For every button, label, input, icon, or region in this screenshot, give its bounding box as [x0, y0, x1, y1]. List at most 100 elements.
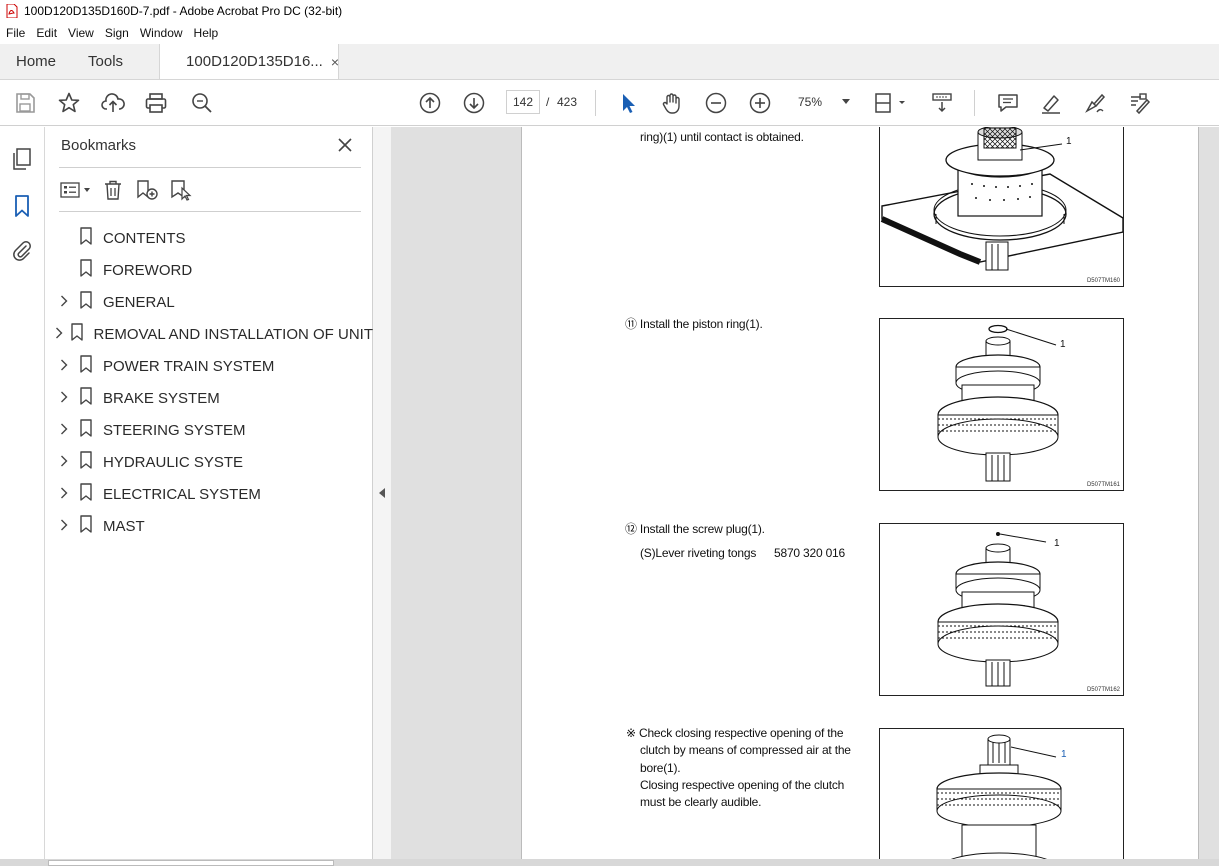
page-thumbnails-icon[interactable] [10, 147, 34, 171]
chevron-right-icon[interactable] [49, 519, 79, 534]
scroll-mode-icon[interactable] [929, 90, 955, 116]
pdf-file-icon [6, 4, 18, 18]
bookmark-label: BRAKE SYSTEM [103, 389, 220, 407]
delete-bookmark-icon[interactable] [99, 178, 127, 202]
menu-view[interactable]: View [62, 26, 99, 40]
bookmark-label: HYDRAULIC SYSTE [103, 453, 244, 471]
next-page-icon[interactable] [461, 90, 487, 116]
bookmark-icon [79, 451, 103, 473]
zoom-out-icon[interactable] [703, 90, 729, 116]
bookmark-icon [79, 227, 103, 249]
chevron-right-icon[interactable] [49, 487, 79, 502]
window-title: 100D120D135D160D-7.pdf - Adobe Acrobat P… [24, 4, 343, 18]
bookmark-icon [79, 387, 103, 409]
scrollbar-thumb[interactable] [48, 860, 334, 866]
chevron-right-icon[interactable] [49, 423, 79, 438]
bookmarks-panel: Bookmarks CONTENTS FOREWORD GENERAL REMOVAL… [45, 127, 373, 866]
menu-window[interactable]: Window [134, 26, 188, 40]
figure-callout: 1 [1066, 136, 1072, 147]
step-text-11: ⑪ Install the piston ring(1). [625, 317, 763, 331]
zoom-in-icon[interactable] [747, 90, 773, 116]
bookmark-item[interactable]: POWER TRAIN SYSTEM [45, 350, 373, 382]
clutch-piston-ring-illustration [937, 324, 1059, 482]
bookmark-item[interactable]: STEERING SYSTEM [45, 414, 373, 446]
chevron-down-icon [842, 99, 850, 104]
bookmark-toolbar [59, 177, 201, 203]
sign-icon[interactable] [1082, 90, 1108, 116]
star-icon[interactable] [56, 90, 82, 116]
bookmark-icon [79, 291, 103, 313]
zoom-value: 75% [798, 95, 823, 109]
figure-code: D507TM160 [1086, 278, 1120, 284]
bookmark-icon [70, 323, 94, 345]
clutch-bore-illustration [936, 734, 1062, 866]
tab-document[interactable]: 100D120D135D16... × [159, 44, 340, 79]
select-cursor-icon[interactable] [615, 90, 641, 116]
figure-d507tm161: 1 D507TM161 [879, 318, 1124, 491]
tab-home[interactable]: Home [0, 44, 72, 79]
zoom-search-icon[interactable] [189, 90, 215, 116]
bookmark-icon [79, 259, 103, 281]
previous-page-icon[interactable] [417, 90, 443, 116]
bookmark-item[interactable]: MAST [45, 510, 373, 542]
clutch-assembly-illustration [880, 127, 1123, 271]
page-number-input[interactable]: 142 [506, 90, 540, 114]
bookmark-item[interactable]: GENERAL [45, 286, 373, 318]
bookmark-icon [79, 515, 103, 537]
tab-tools[interactable]: Tools [72, 44, 139, 79]
tool-name: (S)Lever riveting tongs [640, 546, 757, 560]
menu-sign[interactable]: Sign [99, 26, 134, 40]
menu-help[interactable]: Help [188, 26, 224, 40]
bookmark-icon [79, 483, 103, 505]
menu-edit[interactable]: Edit [30, 26, 62, 40]
bookmark-item[interactable]: BRAKE SYSTEM [45, 382, 373, 414]
tool-part-number: 5870 320 016 [774, 546, 846, 560]
figure-callout: 1 [1060, 339, 1066, 350]
figure-d507tm162: 1 D507TM162 [879, 523, 1124, 696]
bookmark-item[interactable]: ELECTRICAL SYSTEM [45, 478, 373, 510]
page-separator: / [546, 95, 550, 109]
upload-cloud-icon[interactable] [100, 90, 126, 116]
bookmark-from-selection-icon[interactable] [167, 178, 195, 202]
chevron-right-icon[interactable] [49, 391, 79, 406]
bookmark-label: STEERING SYSTEM [103, 421, 246, 439]
attachments-icon[interactable] [10, 239, 34, 263]
fill-sign-tools-icon[interactable] [1126, 90, 1152, 116]
close-tab-icon[interactable]: × [331, 54, 339, 70]
horizontal-scrollbar[interactable] [0, 859, 1219, 866]
clutch-screw-plug-illustration [937, 532, 1059, 687]
save-icon[interactable] [12, 90, 38, 116]
chevron-right-icon[interactable] [49, 455, 79, 470]
comment-icon[interactable] [995, 90, 1021, 116]
collapse-panel-icon[interactable] [378, 487, 386, 499]
bookmark-item[interactable]: CONTENTS [45, 222, 373, 254]
figure-callout: 1 [1054, 538, 1060, 549]
print-icon[interactable] [143, 90, 169, 116]
bookmark-icon [79, 419, 103, 441]
bookmark-list: CONTENTS FOREWORD GENERAL REMOVAL AND INSTA… [45, 222, 373, 542]
zoom-dropdown[interactable]: 75% [792, 90, 856, 114]
new-bookmark-icon[interactable] [133, 178, 161, 202]
bookmark-item[interactable]: REMOVAL AND INSTALLATION OF UNIT [45, 318, 373, 350]
tab-row: Home Tools 100D120D135D16... × [0, 44, 1219, 80]
bookmarks-title: Bookmarks [61, 137, 137, 154]
figure-code: D507TM161 [1086, 482, 1120, 488]
bookmark-item[interactable]: HYDRAULIC SYSTE [45, 446, 373, 478]
document-viewport[interactable]: ring)(1) until contact is obtained. ⑪ In… [391, 127, 1219, 866]
bookmark-label: CONTENTS [103, 229, 186, 247]
chevron-right-icon[interactable] [49, 327, 70, 342]
bookmark-options-icon[interactable] [59, 178, 93, 202]
chevron-right-icon[interactable] [49, 295, 79, 310]
figure-code: D507TM162 [1086, 687, 1120, 693]
bookmark-panel-icon[interactable] [10, 194, 34, 218]
highlight-pen-icon[interactable] [1038, 90, 1064, 116]
chevron-right-icon[interactable] [49, 359, 79, 374]
close-panel-icon[interactable] [335, 135, 355, 155]
menu-file[interactable]: File [0, 26, 30, 40]
page-layout-icon[interactable] [873, 90, 909, 116]
bookmark-item[interactable]: FOREWORD [45, 254, 373, 286]
hand-tool-icon[interactable] [659, 90, 685, 116]
panel-splitter[interactable] [373, 127, 391, 866]
bookmark-label: ELECTRICAL SYSTEM [103, 485, 261, 503]
pdf-page: ring)(1) until contact is obtained. ⑪ In… [521, 127, 1199, 866]
